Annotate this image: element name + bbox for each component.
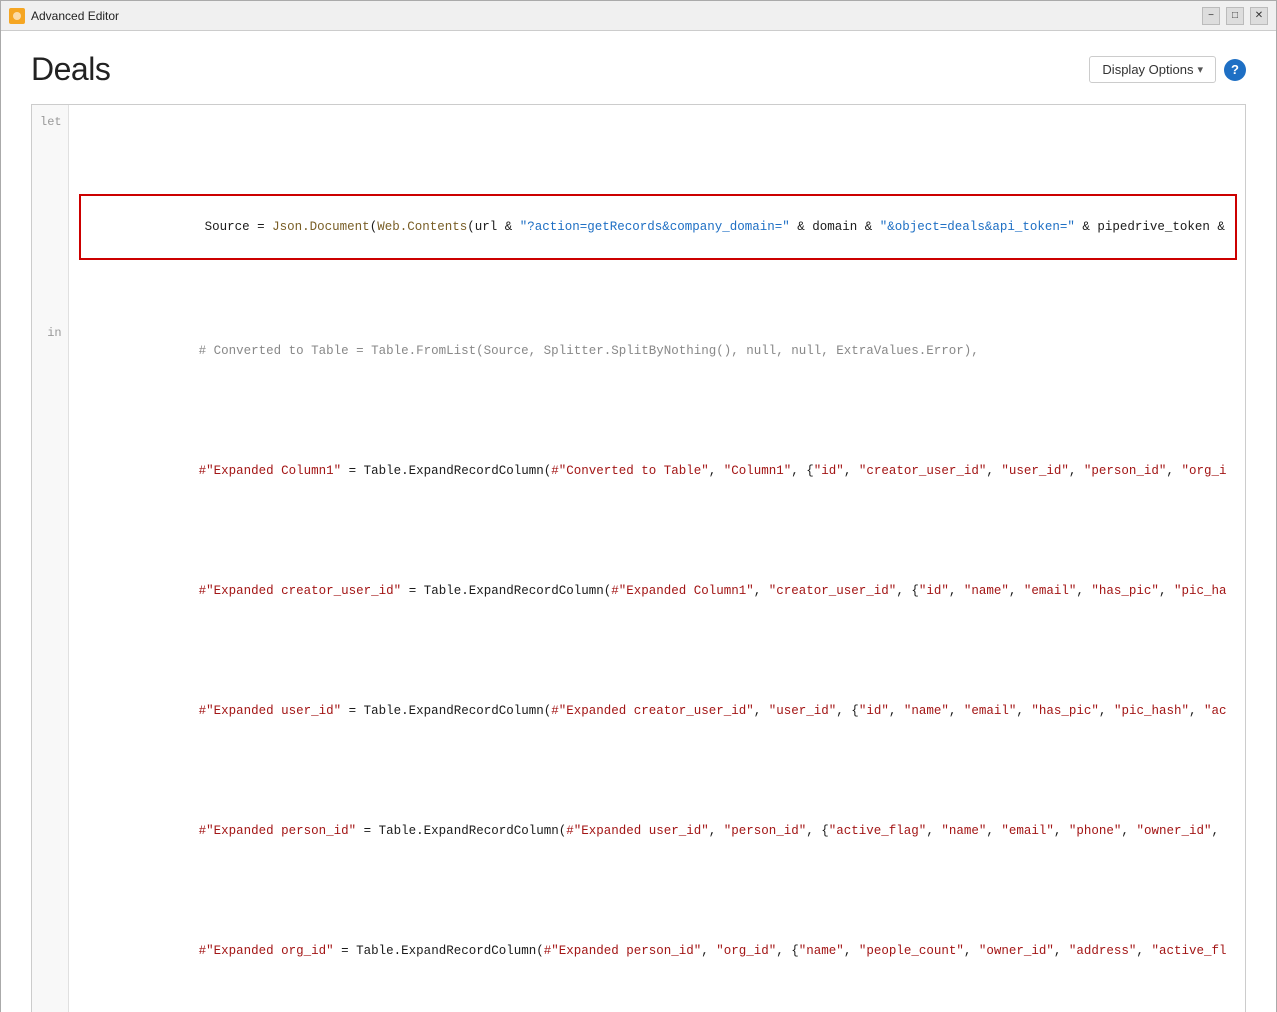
title-bar-left: Advanced Editor — [9, 8, 119, 24]
highlighted-source-line: Source = Json.Document(Web.Contents(url … — [79, 194, 1237, 260]
code-container: let in — [32, 105, 1245, 1012]
maximize-button[interactable]: □ — [1226, 7, 1244, 25]
close-button[interactable]: ✕ — [1250, 7, 1268, 25]
display-options-button[interactable]: Display Options — [1089, 56, 1216, 83]
app-icon — [9, 8, 25, 24]
title-bar-controls: − □ ✕ — [1202, 7, 1268, 25]
code-line: #"Expanded Column1" = Table.ExpandRecord… — [79, 441, 1237, 501]
help-icon[interactable]: ? — [1224, 59, 1246, 81]
code-line: #"Expanded person_id" = Table.ExpandReco… — [79, 801, 1237, 861]
code-editor-content[interactable]: Source = Json.Document(Web.Contents(url … — [69, 105, 1245, 1012]
code-line: # Converted to Table = Table.FromList(So… — [79, 321, 1237, 381]
code-line: #"Expanded creator_user_id" = Table.Expa… — [79, 561, 1237, 621]
editor-area[interactable]: let in — [31, 104, 1246, 1012]
header-row: Deals Display Options ? — [31, 51, 1246, 88]
header-actions: Display Options ? — [1089, 56, 1246, 83]
code-line: #"Expanded org_id" = Table.ExpandRecordC… — [79, 921, 1237, 981]
title-bar: Advanced Editor − □ ✕ — [1, 1, 1276, 31]
code-line: #"Expanded user_id" = Table.ExpandRecord… — [79, 681, 1237, 741]
window-title: Advanced Editor — [31, 9, 119, 23]
line-numbers: let in — [32, 105, 69, 1012]
content-area: Deals Display Options ? let — [1, 31, 1276, 1012]
page-title: Deals — [31, 51, 110, 88]
advanced-editor-window: Advanced Editor − □ ✕ Deals Display Opti… — [0, 0, 1277, 1012]
minimize-button[interactable]: − — [1202, 7, 1220, 25]
